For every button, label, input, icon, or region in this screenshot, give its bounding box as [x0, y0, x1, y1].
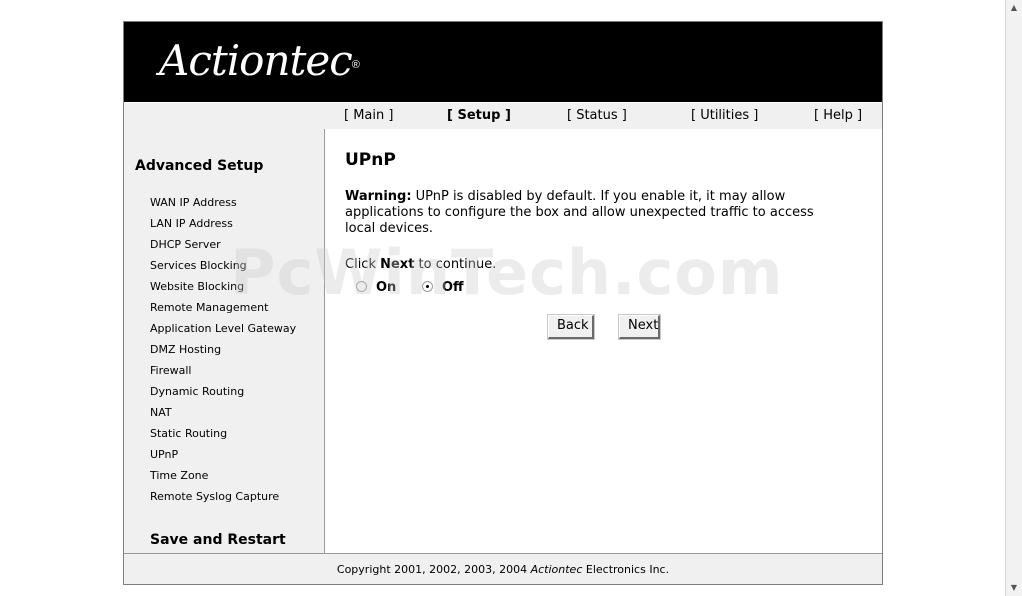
radio-on-label: On — [376, 280, 397, 295]
sidebar-item-dhcp-server[interactable]: DHCP Server — [150, 238, 221, 251]
nav-setup[interactable]: [ Setup ] — [447, 108, 511, 123]
scroll-down-arrow-icon[interactable]: ▼ — [1006, 580, 1022, 596]
nav-utilities[interactable]: [ Utilities ] — [691, 108, 758, 123]
actiontec-logo: Actiontec® — [159, 36, 360, 85]
back-button[interactable]: Back — [548, 315, 594, 339]
sidebar-item-remote-management[interactable]: Remote Management — [150, 301, 268, 314]
radio-off-option[interactable]: Off — [422, 280, 464, 295]
router-admin-frame: Actiontec® [ Main ] [ Setup ] [ Status ]… — [123, 21, 883, 585]
save-and-restart-link[interactable]: Save and Restart — [150, 532, 286, 548]
page-title: UPnP — [345, 150, 396, 170]
scroll-up-arrow-icon[interactable]: ▲ — [1006, 0, 1022, 16]
nav-main[interactable]: [ Main ] — [344, 108, 393, 123]
top-navigation: [ Main ] [ Setup ] [ Status ] [ Utilitie… — [124, 102, 882, 130]
sidebar-item-time-zone[interactable]: Time Zone — [150, 469, 208, 482]
sidebar-item-dynamic-routing[interactable]: Dynamic Routing — [150, 385, 244, 398]
sidebar-item-lan-ip-address[interactable]: LAN IP Address — [150, 217, 233, 230]
vertical-scrollbar[interactable]: ▲ ▼ — [1005, 0, 1022, 596]
nav-help[interactable]: [ Help ] — [814, 108, 862, 123]
sidebar-item-nat[interactable]: NAT — [150, 406, 172, 419]
footer-copyright: Copyright 2001, 2002, 2003, 2004 Actiont… — [124, 553, 882, 584]
sidebar-item-firewall[interactable]: Firewall — [150, 364, 191, 377]
sidebar-item-dmz-hosting[interactable]: DMZ Hosting — [150, 343, 221, 356]
nav-status[interactable]: [ Status ] — [567, 108, 627, 123]
sidebar-item-website-blocking[interactable]: Website Blocking — [150, 280, 244, 293]
radio-on-option[interactable]: On — [356, 280, 396, 295]
warning-label: Warning: — [345, 189, 412, 204]
warning-message: Warning: UPnP is disabled by default. If… — [345, 189, 845, 237]
sidebar-item-upnp[interactable]: UPnP — [150, 448, 178, 461]
instruction-text: Click Next to continue. — [345, 257, 497, 272]
sidebar-title: Advanced Setup — [135, 158, 264, 174]
main-content: UPnP Warning: UPnP is disabled by defaul… — [325, 129, 882, 553]
sidebar-item-services-blocking[interactable]: Services Blocking — [150, 259, 247, 272]
next-button[interactable]: Next — [619, 315, 660, 339]
radio-off-button[interactable] — [422, 281, 433, 292]
sidebar-item-remote-syslog-capture[interactable]: Remote Syslog Capture — [150, 490, 279, 503]
radio-on-button[interactable] — [356, 281, 367, 292]
sidebar-item-application-level-gateway[interactable]: Application Level Gateway — [150, 322, 296, 335]
warning-text: UPnP is disabled by default. If you enab… — [345, 189, 814, 236]
sidebar-item-static-routing[interactable]: Static Routing — [150, 427, 227, 440]
radio-off-label: Off — [442, 280, 464, 295]
sidebar-item-wan-ip-address[interactable]: WAN IP Address — [150, 196, 237, 209]
header-banner: Actiontec® — [124, 22, 882, 102]
sidebar: Advanced Setup WAN IP Address LAN IP Add… — [124, 129, 325, 553]
